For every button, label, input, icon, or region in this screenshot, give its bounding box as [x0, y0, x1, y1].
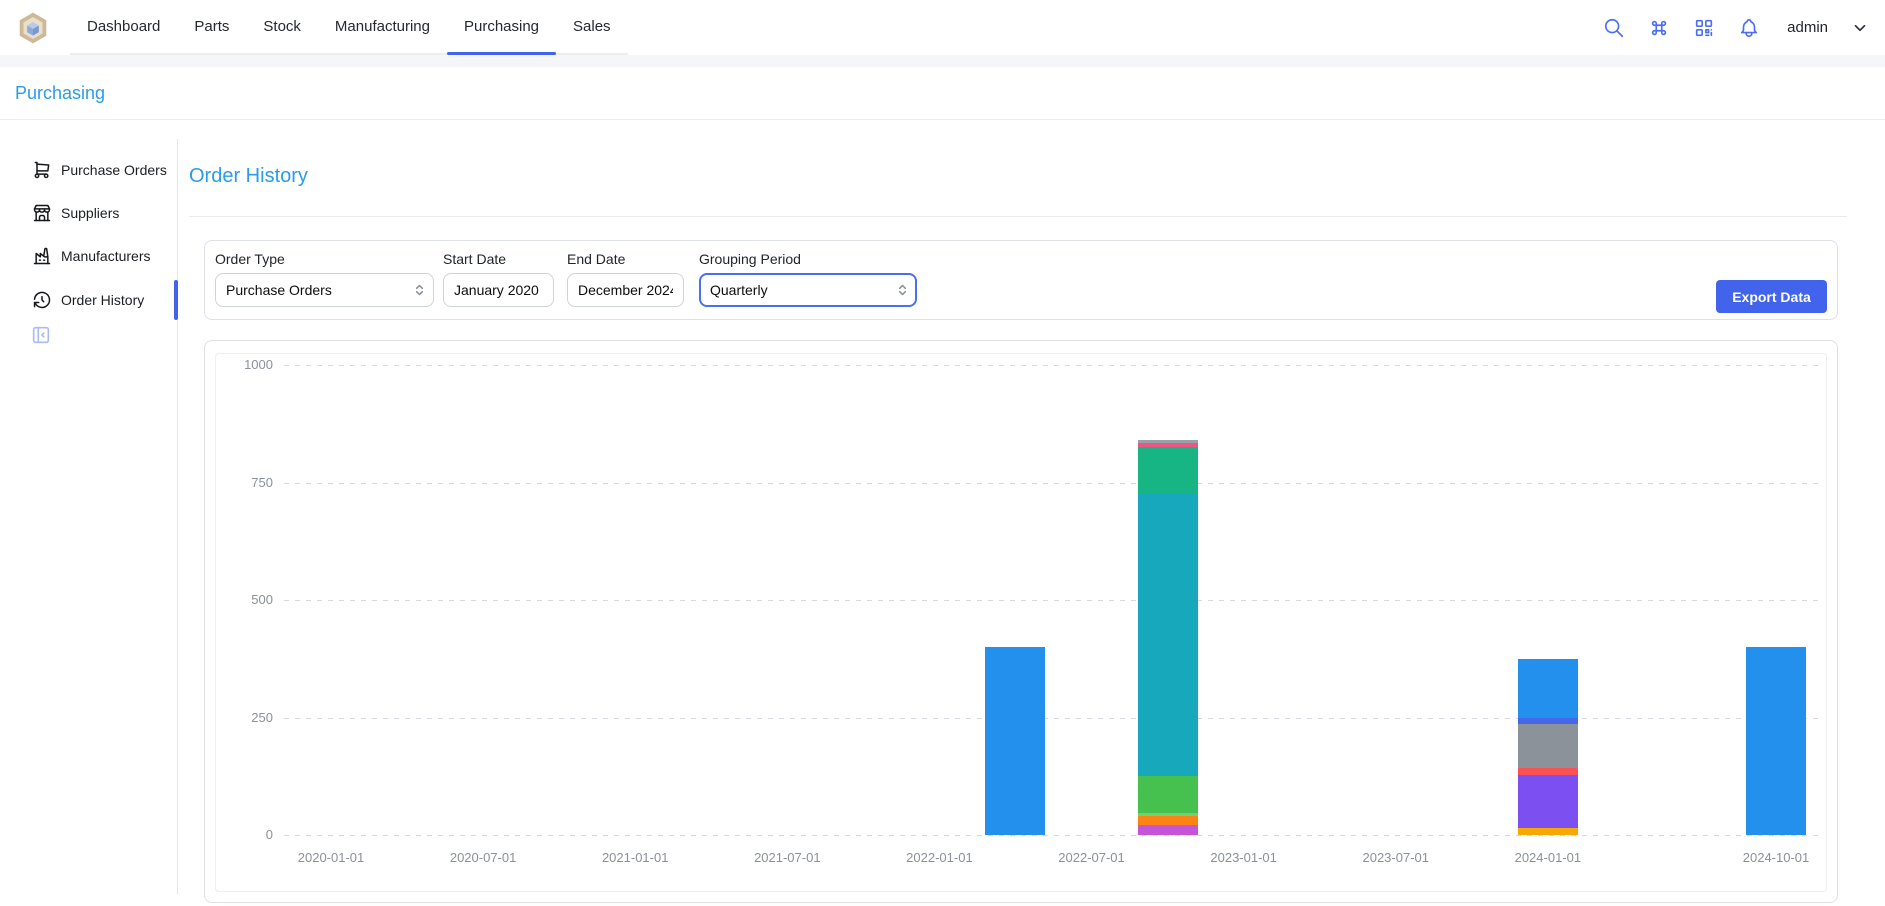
- nav-tab-parts[interactable]: Parts: [177, 0, 246, 53]
- bar-segment[interactable]: [1138, 440, 1198, 443]
- top-header: Dashboard Parts Stock Manufacturing Purc…: [0, 0, 1885, 55]
- order-type-label: Order Type: [215, 251, 434, 267]
- bar-segment[interactable]: [1518, 768, 1578, 775]
- start-date-label: Start Date: [443, 251, 554, 267]
- breadcrumb: Purchasing: [0, 67, 1885, 120]
- bar-segment[interactable]: [1138, 825, 1198, 835]
- bar-segment[interactable]: [1138, 776, 1198, 814]
- chevron-down-icon[interactable]: [1851, 19, 1869, 37]
- sidebar-active-indicator: [174, 280, 178, 320]
- main-nav: Dashboard Parts Stock Manufacturing Purc…: [70, 0, 628, 55]
- sidebar-item-suppliers[interactable]: Suppliers: [25, 195, 170, 231]
- x-axis-tick-label: 2024-10-01: [1716, 850, 1836, 865]
- page-title: Order History: [189, 165, 308, 188]
- sidebar-item-label: Suppliers: [61, 205, 119, 221]
- end-date-field: End Date: [567, 251, 684, 307]
- nav-tab-dashboard[interactable]: Dashboard: [70, 0, 177, 53]
- command-icon[interactable]: [1648, 17, 1670, 39]
- bar-segment[interactable]: [1138, 813, 1198, 816]
- bar-segment[interactable]: [1518, 724, 1578, 769]
- content-area: Purchase Orders Suppliers Manufacturers …: [0, 121, 1885, 906]
- x-axis-tick-label: 2024-01-01: [1488, 850, 1608, 865]
- end-date-input[interactable]: [567, 273, 684, 307]
- nav-tab-manufacturing[interactable]: Manufacturing: [318, 0, 447, 53]
- y-axis-tick-label: 500: [205, 592, 273, 607]
- bar-segment[interactable]: [1518, 718, 1578, 724]
- factory-icon: [32, 246, 52, 266]
- x-axis-tick-label: 2020-01-01: [271, 850, 391, 865]
- x-axis-tick-label: 2023-07-01: [1336, 850, 1456, 865]
- grouping-period-label: Grouping Period: [699, 251, 917, 267]
- bar-segment[interactable]: [1518, 828, 1578, 835]
- bar-segment[interactable]: [1138, 443, 1198, 447]
- app-window: Dashboard Parts Stock Manufacturing Purc…: [0, 0, 1885, 906]
- bar-segment[interactable]: [1746, 647, 1806, 835]
- order-type-field: Order Type: [215, 251, 434, 307]
- sidebar-item-manufacturers[interactable]: Manufacturers: [25, 238, 170, 274]
- y-axis-tick-label: 0: [205, 827, 273, 842]
- sidebar-item-label: Order History: [61, 292, 144, 308]
- nav-tab-sales[interactable]: Sales: [556, 0, 628, 53]
- start-date-input[interactable]: [443, 273, 554, 307]
- search-icon[interactable]: [1603, 17, 1625, 39]
- sidebar-item-order-history[interactable]: Order History: [25, 282, 170, 318]
- x-axis-tick-label: 2021-01-01: [575, 850, 695, 865]
- bell-icon[interactable]: [1738, 17, 1760, 39]
- bar-segment[interactable]: [1138, 816, 1198, 824]
- x-axis-tick-label: 2023-01-01: [1184, 850, 1304, 865]
- bar-segment[interactable]: [1138, 447, 1198, 494]
- qrcode-scan-icon[interactable]: [1693, 17, 1715, 39]
- y-gridline: [284, 365, 1821, 366]
- page-background-strip: [0, 55, 1885, 67]
- sidebar-collapse-icon[interactable]: [30, 324, 52, 346]
- order-history-chart: 0 250 500 750 1000 2020-01-01 2020-07-01 2021-0…: [205, 341, 1837, 902]
- header-actions: admin: [1603, 17, 1869, 39]
- breadcrumb-item-purchasing[interactable]: Purchasing: [15, 83, 105, 104]
- sidebar-item-label: Manufacturers: [61, 248, 150, 264]
- history-icon: [32, 290, 52, 310]
- y-gridline: [284, 718, 1821, 719]
- app-logo-icon[interactable]: [16, 11, 50, 45]
- bar-segment[interactable]: [1138, 494, 1198, 776]
- sidebar-item-purchase-orders[interactable]: Purchase Orders: [25, 152, 170, 188]
- y-axis-tick-label: 750: [205, 475, 273, 490]
- end-date-label: End Date: [567, 251, 684, 267]
- y-gridline: [284, 483, 1821, 484]
- y-axis-tick-label: 1000: [205, 357, 273, 372]
- nav-tab-purchasing[interactable]: Purchasing: [447, 0, 556, 53]
- x-axis-tick-label: 2020-07-01: [423, 850, 543, 865]
- filter-panel: Order Type Start Date End Date: [204, 240, 1838, 320]
- building-store-icon: [32, 203, 52, 223]
- title-divider: [189, 216, 1847, 217]
- shopping-cart-icon: [32, 160, 52, 180]
- nav-tab-stock[interactable]: Stock: [246, 0, 318, 53]
- x-axis-tick-label: 2021-07-01: [727, 850, 847, 865]
- y-gridline: [284, 600, 1821, 601]
- sidebar-divider: [177, 139, 178, 894]
- bar-segment[interactable]: [1518, 659, 1578, 718]
- start-date-field: Start Date: [443, 251, 554, 307]
- export-data-button[interactable]: Export Data: [1716, 280, 1827, 313]
- bar-segment[interactable]: [985, 647, 1045, 835]
- x-axis-tick-label: 2022-01-01: [879, 850, 999, 865]
- sidebar-item-label: Purchase Orders: [61, 162, 167, 178]
- x-axis-tick-label: 2022-07-01: [1032, 850, 1152, 865]
- y-gridline: [284, 835, 1821, 836]
- chart-panel: 0 250 500 750 1000 2020-01-01 2020-07-01 2021-0…: [204, 340, 1838, 903]
- user-menu[interactable]: admin: [1787, 19, 1828, 36]
- grouping-period-select[interactable]: [699, 273, 917, 307]
- y-axis-tick-label: 250: [205, 710, 273, 725]
- bar-segment[interactable]: [1518, 775, 1578, 828]
- order-type-select[interactable]: [215, 273, 434, 307]
- grouping-period-field: Grouping Period: [699, 251, 917, 307]
